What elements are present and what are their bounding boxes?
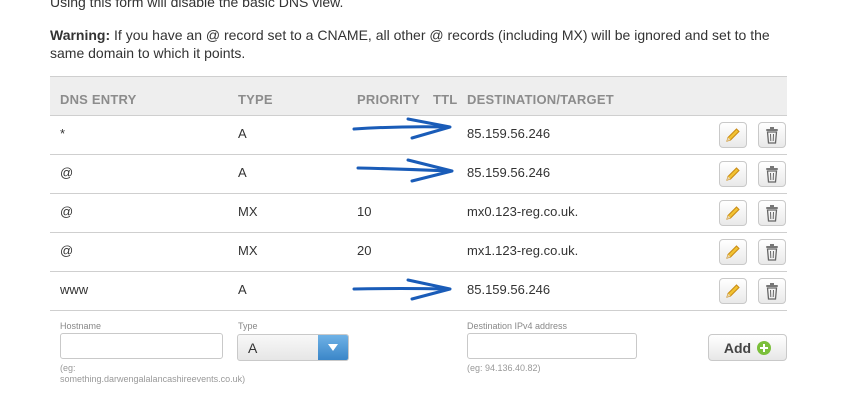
cell-entry: @	[60, 243, 74, 258]
edit-record-button[interactable]	[719, 122, 747, 148]
header-type: TYPE	[238, 92, 273, 107]
cell-priority: 10	[357, 204, 372, 219]
cell-destination: 85.159.56.246	[467, 165, 551, 180]
destination-input[interactable]	[467, 333, 637, 359]
caret-down-icon	[328, 344, 338, 351]
table-row: * A 85.159.56.246	[50, 115, 787, 154]
type-select-value: A	[248, 340, 258, 356]
header-destination: DESTINATION/TARGET	[467, 92, 614, 107]
header-ttl: TTL	[433, 92, 458, 107]
warning-label: Warning:	[50, 27, 111, 43]
plus-icon	[757, 340, 772, 355]
cell-entry: www	[60, 282, 89, 297]
dns-records-table: DNS ENTRY TYPE PRIORITY TTL DESTINATION/…	[50, 76, 787, 311]
trash-icon	[766, 244, 778, 261]
cell-priority: 20	[357, 243, 372, 258]
delete-record-button[interactable]	[758, 239, 786, 265]
pencil-icon	[726, 245, 740, 259]
table-row: @ A 85.159.56.246	[50, 154, 787, 193]
cell-destination: 85.159.56.246	[467, 282, 551, 297]
trash-icon	[766, 166, 778, 183]
pencil-icon	[726, 167, 740, 181]
cell-entry: @	[60, 204, 74, 219]
hostname-hint: (eg: something.darwengalalancashireevent…	[60, 363, 246, 384]
header-priority: PRIORITY	[357, 92, 420, 107]
cell-type: MX	[238, 243, 258, 258]
delete-record-button[interactable]	[758, 161, 786, 187]
edit-record-button[interactable]	[719, 278, 747, 304]
cell-destination: mx0.123-reg.co.uk.	[467, 204, 579, 219]
cell-type: A	[238, 282, 247, 297]
add-record-form: Hostname (eg: something.darwengalalancas…	[50, 318, 787, 404]
dropdown-arrow[interactable]	[318, 335, 348, 360]
type-select[interactable]: A	[237, 334, 349, 361]
cell-destination: 85.159.56.246	[467, 126, 551, 141]
cell-type: A	[238, 126, 247, 141]
add-button-label: Add	[723, 339, 752, 356]
trash-icon	[766, 127, 778, 144]
table-row: @ MX 20 mx1.123-reg.co.uk.	[50, 232, 787, 271]
delete-record-button[interactable]	[758, 278, 786, 304]
add-record-button[interactable]: Add	[708, 334, 787, 361]
edit-record-button[interactable]	[719, 200, 747, 226]
edit-record-button[interactable]	[719, 239, 747, 265]
cell-entry: @	[60, 165, 74, 180]
pencil-icon	[726, 128, 740, 142]
destination-label: Destination IPv4 address	[467, 321, 568, 331]
edit-record-button[interactable]	[719, 161, 747, 187]
table-row: www A 85.159.56.246	[50, 271, 787, 311]
header-dns-entry: DNS ENTRY	[60, 92, 137, 107]
pencil-icon	[726, 284, 740, 298]
trash-icon	[766, 283, 778, 300]
delete-record-button[interactable]	[758, 200, 786, 226]
type-label: Type	[238, 321, 258, 331]
destination-hint: (eg: 94.136.40.82)	[467, 363, 541, 373]
cell-type: MX	[238, 204, 258, 219]
warning-text: If you have an @ record set to a CNAME, …	[50, 27, 770, 61]
table-header: DNS ENTRY TYPE PRIORITY TTL DESTINATION/…	[50, 76, 787, 115]
delete-record-button[interactable]	[758, 122, 786, 148]
hostname-input[interactable]	[60, 333, 223, 359]
hostname-label: Hostname	[60, 321, 102, 331]
disable-note: Using this form will disable the basic D…	[50, 0, 344, 10]
trash-icon	[766, 205, 778, 222]
table-row: @ MX 10 mx0.123-reg.co.uk.	[50, 193, 787, 232]
pencil-icon	[726, 206, 740, 220]
cname-warning: Warning: If you have an @ record set to …	[50, 26, 790, 62]
cell-type: A	[238, 165, 247, 180]
cell-entry: *	[60, 126, 66, 141]
cell-destination: mx1.123-reg.co.uk.	[467, 243, 579, 258]
